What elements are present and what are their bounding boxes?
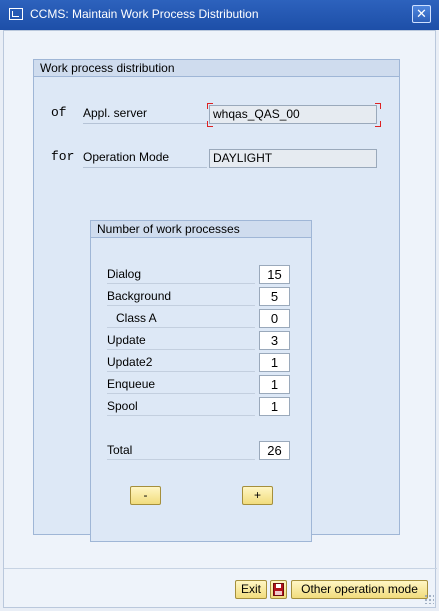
minus-button[interactable]: - [130,486,161,505]
for-label: for [51,149,75,164]
operation-mode-field: DAYLIGHT [209,149,377,168]
close-button[interactable]: ✕ [412,5,431,23]
operation-mode-label: Operation Mode [83,150,207,168]
row-label-enqueue: Enqueue [107,375,255,394]
window-menu-icon[interactable] [9,8,23,20]
plus-button[interactable]: + [242,486,273,505]
footer-divider [4,568,437,569]
appl-server-label: Appl. server [83,106,207,124]
resize-grip-icon[interactable] [424,594,434,604]
work-process-count-group: Number of work processes Dialog 15 Backg… [90,220,312,542]
row-label-spool: Spool [107,397,255,416]
spool-count[interactable]: 1 [259,397,290,416]
row-label-update: Update [107,331,255,350]
group-header: Work process distribution [34,60,399,77]
row-label-update2: Update2 [107,353,255,372]
row-label-total: Total [107,441,255,460]
window-title: CCMS: Maintain Work Process Distribution [30,7,259,21]
operation-mode-value: DAYLIGHT [213,151,273,165]
enqueue-count[interactable]: 1 [259,375,290,394]
row-label-dialog: Dialog [107,265,255,284]
class-a-count[interactable]: 0 [259,309,290,328]
focus-corner-bl [207,121,213,127]
work-process-distribution-group: Work process distribution of Appl. serve… [33,59,400,542]
focus-corner-br [375,121,381,127]
row-label-background: Background [107,287,255,306]
save-icon[interactable] [270,580,287,599]
dialog-body: Work process distribution of Appl. serve… [3,30,437,608]
focus-corner-tl [207,103,213,109]
dialog-count[interactable]: 15 [259,265,290,284]
of-label: of [51,105,67,120]
exit-button[interactable]: Exit [235,580,267,599]
focus-corner-tr [375,103,381,109]
row-label-class-a: Class A [107,309,255,328]
appl-server-field[interactable]: whqas_QAS_00 [209,105,377,124]
total-count: 26 [259,441,290,460]
title-bar: CCMS: Maintain Work Process Distribution… [0,0,439,30]
group-header: Number of work processes [91,221,311,238]
update-count[interactable]: 3 [259,331,290,350]
appl-server-value: whqas_QAS_00 [213,107,300,121]
background-count[interactable]: 5 [259,287,290,306]
other-operation-mode-button[interactable]: Other operation mode [291,580,428,599]
update2-count[interactable]: 1 [259,353,290,372]
disk-icon [273,583,284,596]
